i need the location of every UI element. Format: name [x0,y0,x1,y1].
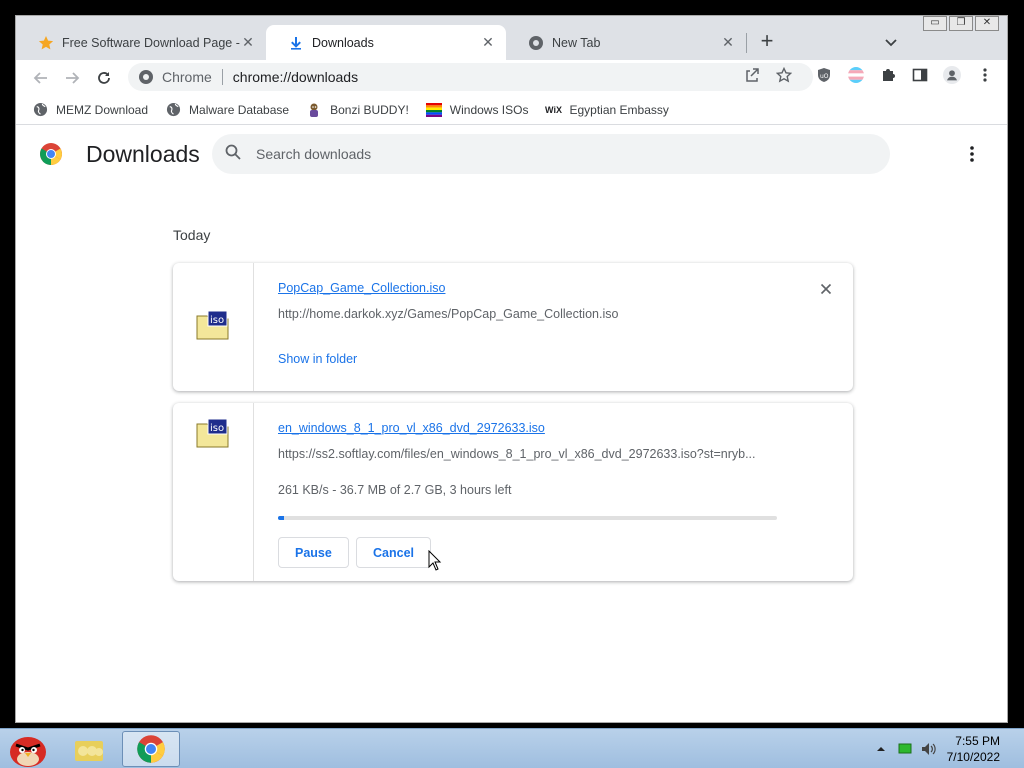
omnibox-divider [221,69,223,85]
reload-icon[interactable] [93,67,115,89]
tray-expand-arrow-icon[interactable] [873,741,889,757]
bonzi-icon [306,102,322,118]
remove-from-list-close-icon[interactable] [818,281,834,297]
tab-title: Downloads [312,35,374,50]
svg-text:iso: iso [210,315,224,326]
folder-icon[interactable] [63,731,115,767]
download-icon [288,35,304,51]
clock-date: 7/10/2022 [946,750,1000,764]
page-title: Downloads [86,141,200,167]
bookmark-malware-database[interactable]: Malware Database [165,102,289,118]
downloads-page: Downloads Today iso PopCap_Game_Collecti… [16,126,1007,722]
url-text: chrome://downloads [232,69,359,85]
close-icon[interactable]: ✕ [480,34,496,51]
bookmark-label: Egyptian Embassy [569,102,669,117]
iso-file-icon: iso [196,418,230,448]
download-filename-link[interactable]: PopCap_Game_Collection.iso [278,281,445,295]
date-heading: Today [173,227,211,243]
forward-arrow-icon[interactable] [61,67,83,89]
download-source-url[interactable]: https://ss2.softlay.com/files/en_windows… [278,447,778,461]
tab-strip: Free Software Download Page - S ✕ Downlo… [16,16,1007,60]
side-panel-icon[interactable] [911,66,929,84]
globe-icon [165,102,181,118]
bookmarks-bar: MEMZ Download Malware Database Bonzi BUD… [16,95,1007,125]
globe-icon [32,102,48,118]
volume-icon[interactable] [921,741,937,757]
system-tray: 7:55 PM 7/10/2022 [865,729,1024,768]
bookmark-label: MEMZ Download [56,102,149,117]
wix-icon: WiX [545,104,562,115]
search-icon [224,143,242,166]
svg-text:uO: uO [820,73,829,80]
chrome-site-icon [138,69,154,85]
browser-menu-icon[interactable] [976,66,994,84]
window-controls: ▭ ❐ ✕ [923,16,999,31]
mouse-cursor-icon [428,549,442,572]
angry-birds-icon[interactable] [2,731,54,767]
star-icon [38,35,54,51]
download-filename-link[interactable]: en_windows_8_1_pro_vl_x86_dvd_2972633.is… [278,421,545,435]
network-icon[interactable] [897,741,913,757]
address-bar[interactable]: Chrome chrome://downloads [128,63,813,91]
close-window-button[interactable]: ✕ [975,16,999,31]
tab-search-chevron-icon[interactable] [882,33,900,51]
file-icon-column: iso [173,263,254,391]
download-status-text: 261 KB/s - 36.7 MB of 2.7 GB, 3 hours le… [278,483,512,497]
minimize-button[interactable]: ▭ [923,16,947,31]
clock[interactable]: 7:55 PM 7/10/2022 [947,733,1000,765]
share-icon[interactable] [743,66,761,84]
tab-free-software[interactable]: Free Software Download Page - S ✕ [16,25,266,60]
profile-avatar-icon[interactable] [943,66,961,84]
bookmark-bonzi-buddy[interactable]: Bonzi BUDDY! [306,102,409,118]
svg-text:iso: iso [210,423,224,434]
chrome-logo-icon [39,142,63,166]
bookmark-memz-download[interactable]: MEMZ Download [32,102,148,118]
more-actions-icon[interactable] [962,144,982,164]
chrome-taskbar-icon[interactable] [122,731,180,767]
bookmark-label: Malware Database [189,102,290,117]
tab-downloads[interactable]: Downloads ✕ [266,25,506,60]
cancel-button[interactable]: Cancel [356,537,431,568]
close-icon[interactable]: ✕ [240,34,256,51]
bookmark-label: Windows ISOs [449,102,529,117]
bookmark-label: Bonzi BUDDY! [330,102,409,117]
browser-window: Free Software Download Page - S ✕ Downlo… [15,15,1008,723]
bookmark-windows-isos[interactable]: Windows ISOs [425,102,529,118]
download-progress-bar [278,516,777,520]
download-source-url[interactable]: http://home.darkok.xyz/Games/PopCap_Game… [278,307,778,321]
downloads-header: Downloads [16,126,1007,184]
trans-flag-icon[interactable] [847,66,865,84]
close-icon[interactable]: ✕ [720,34,736,51]
rainbow-flag-icon [425,102,442,118]
search-box[interactable] [212,134,890,174]
taskbar: 7:55 PM 7/10/2022 [0,728,1024,768]
pause-button[interactable]: Pause [278,537,349,568]
download-item-in-progress: iso en_windows_8_1_pro_vl_x86_dvd_297263… [173,403,853,581]
tab-title: Free Software Download Page - S [62,35,240,50]
iso-file-icon: iso [196,310,230,340]
extensions-puzzle-icon[interactable] [879,66,897,84]
back-arrow-icon[interactable] [30,67,52,89]
show-in-folder-link[interactable]: Show in folder [278,352,357,366]
bookmark-egyptian-embassy[interactable]: WiX Egyptian Embassy [545,102,669,118]
download-item-complete: iso PopCap_Game_Collection.iso http://ho… [173,263,853,391]
tab-separator [746,33,747,53]
tab-new-tab[interactable]: New Tab ✕ [506,25,746,60]
bookmark-star-icon[interactable] [775,66,793,84]
ublock-shield-icon[interactable]: uO [815,66,833,84]
new-tab-button[interactable]: + [756,30,778,53]
progress-fill [278,516,285,520]
site-chip: Chrome [162,69,212,85]
file-icon-column: iso [173,403,254,581]
tab-title: New Tab [552,35,601,50]
clock-time: 7:55 PM [955,734,1000,748]
search-input[interactable] [256,146,856,162]
chrome-globe-icon [528,35,544,51]
maximize-button[interactable]: ❐ [949,16,973,31]
